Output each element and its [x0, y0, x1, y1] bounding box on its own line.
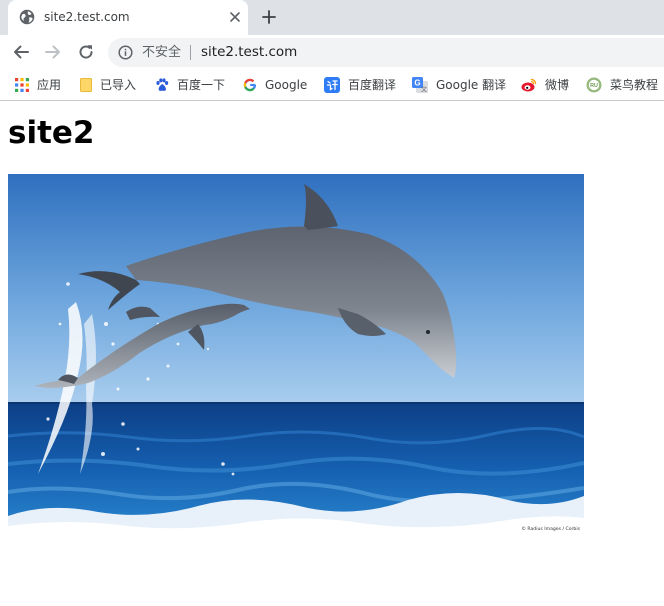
weibo-icon: [521, 78, 537, 92]
browser-tab[interactable]: site2.test.com: [8, 0, 248, 35]
url-text[interactable]: site2.test.com: [201, 44, 297, 61]
bookmark-label: 菜鸟教程: [610, 78, 659, 92]
tab-strip: site2.test.com: [0, 0, 664, 35]
info-icon[interactable]: [118, 45, 133, 60]
svg-text:RU: RU: [590, 83, 598, 89]
bookmark-google-translate[interactable]: G 文 Google 翻译: [412, 76, 506, 94]
bookmark-label: 已导入: [100, 78, 137, 92]
runoob-icon: RU: [586, 77, 602, 93]
dolphin-photo: © Radius Images / Corbis: [8, 174, 584, 534]
back-arrow-icon[interactable]: [12, 43, 30, 61]
bookmarks-bar: 应用 已导入 百度一下 Google 百度翻译 G 文 Google 翻译 微博…: [0, 69, 664, 101]
svg-text:G: G: [414, 79, 420, 88]
security-status[interactable]: 不安全: [142, 44, 181, 61]
reload-icon[interactable]: [77, 43, 95, 61]
bookmark-label: 应用: [37, 78, 62, 92]
address-bar[interactable]: 不安全 site2.test.com: [108, 38, 664, 67]
bookmark-runoob[interactable]: RU 菜鸟教程: [586, 76, 658, 94]
globe-icon: [19, 9, 35, 25]
forward-arrow-icon[interactable]: [44, 43, 62, 61]
bookmark-label: 百度一下: [177, 78, 226, 92]
bookmark-google[interactable]: Google: [243, 76, 307, 94]
bookmark-baidu[interactable]: 百度一下: [155, 76, 225, 94]
bookmark-label: Google: [265, 78, 308, 92]
bookmark-weibo[interactable]: 微博: [521, 76, 569, 94]
bookmark-label: 微博: [545, 78, 570, 92]
apps-grid-icon: [15, 78, 29, 92]
omnibox-divider: [190, 45, 191, 60]
new-tab-icon[interactable]: [261, 9, 277, 25]
bookmark-label: Google 翻译: [436, 78, 507, 92]
bookmark-baidu-translate[interactable]: 百度翻译: [324, 76, 396, 94]
tab-title: site2.test.com: [44, 10, 130, 24]
photo-credit: © Radius Images / Corbis: [521, 525, 580, 532]
svg-text:文: 文: [421, 86, 427, 93]
google-translate-icon: G 文: [412, 77, 428, 93]
bookmark-label: 百度翻译: [348, 78, 397, 92]
baidu-paw-icon: [156, 78, 169, 91]
page-heading: site2: [8, 115, 95, 151]
bookmark-apps[interactable]: 应用: [15, 76, 61, 94]
close-icon[interactable]: [228, 10, 242, 24]
baidu-translate-icon: [324, 77, 340, 93]
browser-toolbar: 不安全 site2.test.com: [0, 35, 664, 69]
bookmark-imported[interactable]: 已导入: [80, 76, 136, 94]
google-g-icon: [243, 78, 257, 92]
folder-icon: [80, 78, 92, 92]
